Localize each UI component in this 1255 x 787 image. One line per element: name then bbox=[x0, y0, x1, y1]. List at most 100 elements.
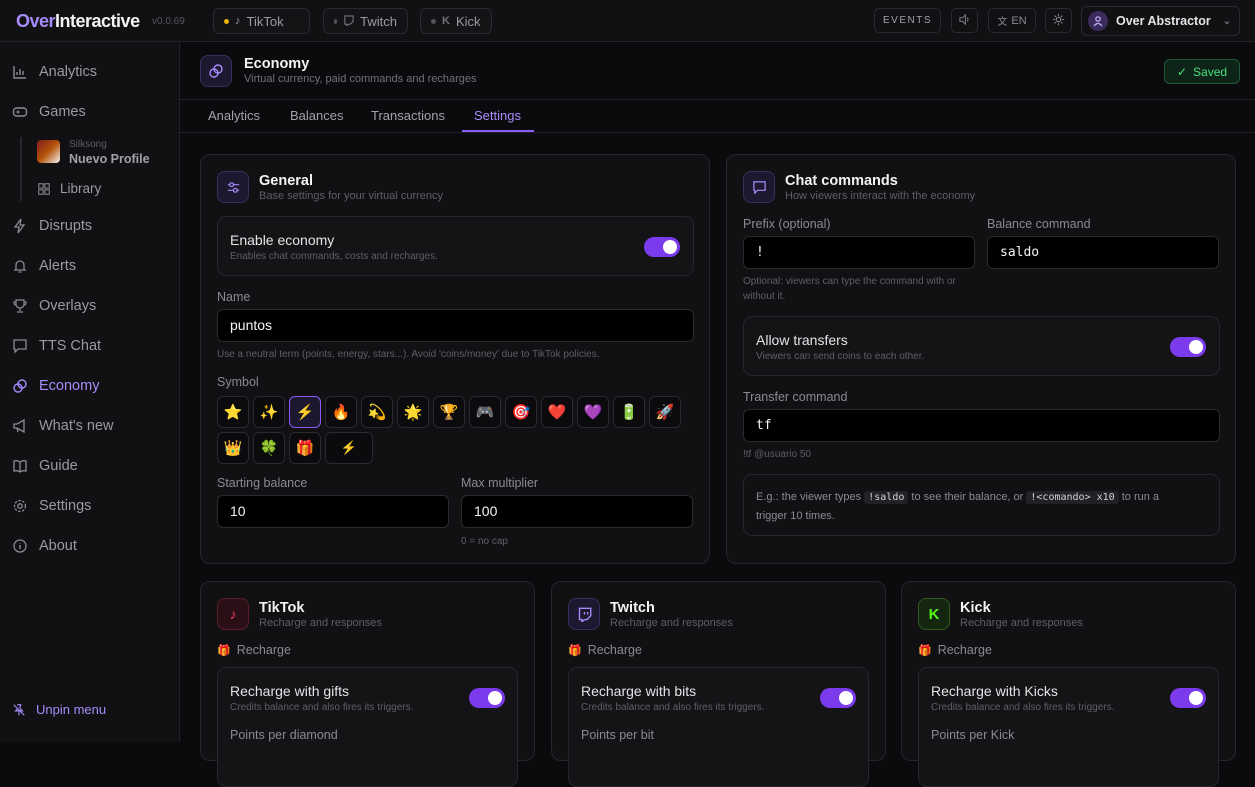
symbol-option[interactable]: 🏆 bbox=[433, 396, 465, 428]
app-logo[interactable]: OverInteractive bbox=[16, 11, 140, 32]
sidebar-item-library[interactable]: Library bbox=[37, 181, 101, 196]
sidebar-item-guide[interactable]: Guide bbox=[12, 458, 78, 474]
language-button[interactable]: 文 EN bbox=[988, 8, 1036, 33]
starting-balance-input[interactable]: 10 bbox=[217, 495, 449, 528]
game-profile[interactable]: Nuevo Profile bbox=[69, 152, 150, 166]
prefix-input[interactable]: ! bbox=[743, 236, 975, 269]
recharge-gifts-toggle[interactable] bbox=[469, 688, 505, 708]
starting-balance-label: Starting balance bbox=[217, 476, 308, 490]
recharge-section: 🎁 Recharge bbox=[217, 643, 291, 657]
platform-tab-kick[interactable]: K Kick bbox=[420, 8, 492, 34]
saved-badge: ✓ Saved bbox=[1164, 59, 1240, 84]
gift-icon: 🎁 bbox=[918, 644, 932, 657]
chevron-down-icon: ⌄ bbox=[1222, 15, 1232, 27]
page-header: Economy Virtual currency, paid commands … bbox=[180, 42, 1255, 100]
tab-balances[interactable]: Balances bbox=[290, 108, 343, 123]
transfer-command-input[interactable]: tf bbox=[743, 409, 1220, 442]
bar-chart-icon bbox=[13, 66, 26, 79]
sun-icon bbox=[1052, 13, 1065, 29]
volume-button[interactable] bbox=[951, 8, 978, 33]
events-button[interactable]: EVENTS bbox=[874, 8, 941, 33]
grid-icon bbox=[38, 182, 50, 195]
user-menu[interactable]: Over Abstractor ⌄ bbox=[1081, 6, 1240, 36]
symbol-option[interactable]: ❤️ bbox=[541, 396, 573, 428]
symbol-option[interactable]: ⭐ bbox=[217, 396, 249, 428]
bell-icon bbox=[13, 260, 27, 273]
twitch-subtitle: Recharge and responses bbox=[610, 617, 733, 629]
theme-toggle-button[interactable] bbox=[1045, 8, 1072, 33]
tab-transactions[interactable]: Transactions bbox=[371, 108, 445, 123]
sidebar-item-about[interactable]: About bbox=[12, 538, 77, 554]
active-tab-indicator bbox=[462, 130, 534, 132]
recharge-kicks-label: Recharge with Kicks bbox=[931, 683, 1058, 699]
sidebar-item-economy[interactable]: Economy bbox=[12, 378, 99, 394]
symbol-option[interactable]: 🎁 bbox=[289, 432, 321, 464]
symbol-option[interactable]: 🎮 bbox=[469, 396, 501, 428]
max-multiplier-hint: 0 = no cap bbox=[461, 536, 508, 547]
sidebar-item-overlays[interactable]: Overlays bbox=[12, 298, 96, 314]
enable-economy-desc: Enables chat commands, costs and recharg… bbox=[230, 251, 438, 262]
kick-icon: K bbox=[442, 15, 450, 27]
kick-subtitle: Recharge and responses bbox=[960, 617, 1083, 629]
twitch-title: Twitch bbox=[610, 600, 655, 616]
points-per-diamond-label: Points per diamond bbox=[230, 728, 338, 742]
trophy-icon bbox=[13, 299, 27, 313]
name-label: Name bbox=[217, 290, 251, 304]
sidebar-item-games[interactable]: Games bbox=[12, 104, 86, 120]
usage-info-box: E.g.: the viewer types !saldo to see the… bbox=[743, 474, 1220, 536]
lightning-icon bbox=[13, 218, 26, 234]
max-multiplier-input[interactable]: 100 bbox=[461, 495, 693, 528]
platform-tab-tiktok[interactable]: ♪ TikTok bbox=[213, 8, 310, 34]
platform-tab-twitch[interactable]: Twitch bbox=[323, 8, 408, 34]
allow-transfers-toggle[interactable] bbox=[1170, 337, 1206, 357]
symbol-option[interactable]: 💜 bbox=[577, 396, 609, 428]
sidebar-item-settings[interactable]: Settings bbox=[12, 498, 91, 514]
symbol-custom-input[interactable]: ⚡ bbox=[325, 432, 373, 464]
game-thumbnail bbox=[37, 140, 60, 163]
symbol-option[interactable]: 🔥 bbox=[325, 396, 357, 428]
tab-analytics[interactable]: Analytics bbox=[208, 108, 260, 123]
enable-economy-toggle[interactable] bbox=[644, 237, 680, 257]
twitch-icon bbox=[343, 14, 354, 29]
tiktok-icon: ♪ bbox=[235, 15, 241, 27]
tiktok-icon: ♪ bbox=[217, 598, 249, 630]
unpin-menu-button[interactable]: Unpin menu bbox=[12, 702, 106, 717]
symbol-option[interactable]: 🔋 bbox=[613, 396, 645, 428]
sidebar-item-analytics[interactable]: Analytics bbox=[12, 64, 97, 80]
gear-icon bbox=[13, 499, 27, 513]
sidebar-item-disrupts[interactable]: Disrupts bbox=[12, 218, 92, 234]
sidebar-item-tts-chat[interactable]: TTS Chat bbox=[12, 338, 101, 354]
general-subtitle: Base settings for your virtual currency bbox=[259, 190, 444, 202]
symbol-option[interactable]: 🎯 bbox=[505, 396, 537, 428]
symbol-option[interactable]: ✨ bbox=[253, 396, 285, 428]
coins-icon bbox=[13, 379, 27, 393]
book-icon bbox=[13, 460, 27, 473]
prefix-hint: Optional: viewers can type the command w… bbox=[743, 276, 956, 302]
status-dot bbox=[334, 18, 338, 24]
usage-info-text: E.g.: the viewer types !saldo to see the… bbox=[756, 491, 1160, 522]
recharge-bits-toggle[interactable] bbox=[820, 688, 856, 708]
symbol-option[interactable]: 🚀 bbox=[649, 396, 681, 428]
symbol-label: Symbol bbox=[217, 375, 259, 389]
enable-economy-label: Enable economy bbox=[230, 232, 335, 248]
symbol-option[interactable]: 🌟 bbox=[397, 396, 429, 428]
app-version: v0.0.69 bbox=[152, 16, 185, 27]
prefix-label: Prefix (optional) bbox=[743, 217, 831, 231]
recharge-bits-row: Recharge with bits Credits balance and a… bbox=[568, 667, 869, 787]
symbol-option-selected[interactable]: ⚡ bbox=[289, 396, 321, 428]
sliders-icon bbox=[217, 171, 249, 203]
transfer-command-hint: !tf @usuario 50 bbox=[743, 449, 811, 460]
symbol-option[interactable]: 🍀 bbox=[253, 432, 285, 464]
tab-settings[interactable]: Settings bbox=[474, 108, 521, 123]
recharge-kicks-toggle[interactable] bbox=[1170, 688, 1206, 708]
page-title: Economy bbox=[244, 56, 310, 72]
submenu-line bbox=[20, 137, 22, 201]
recharge-gifts-row: Recharge with gifts Credits balance and … bbox=[217, 667, 518, 787]
sidebar-item-whats-new[interactable]: What's new bbox=[12, 418, 114, 434]
balance-command-input[interactable]: saldo bbox=[987, 236, 1219, 269]
sidebar-item-alerts[interactable]: Alerts bbox=[12, 258, 76, 274]
name-input[interactable]: puntos bbox=[217, 309, 694, 342]
kick-title: Kick bbox=[960, 600, 991, 616]
symbol-option[interactable]: 💫 bbox=[361, 396, 393, 428]
symbol-option[interactable]: 👑 bbox=[217, 432, 249, 464]
